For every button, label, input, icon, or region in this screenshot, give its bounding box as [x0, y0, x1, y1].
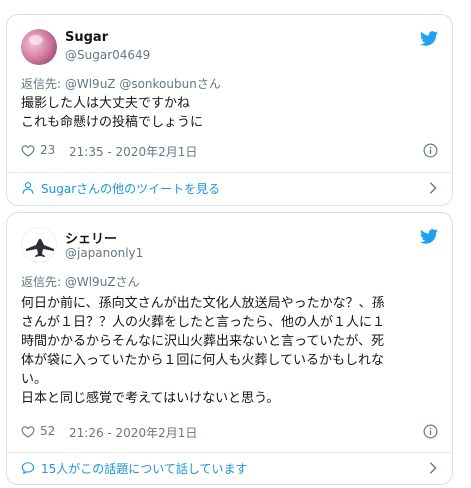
timestamp[interactable]: 21:26 - 2020年2月1日	[69, 424, 197, 441]
chevron-right-icon	[429, 182, 437, 194]
chevron-right-icon	[429, 462, 437, 474]
timestamp[interactable]: 21:35 - 2020年2月1日	[69, 143, 197, 160]
heart-icon[interactable]	[21, 144, 35, 157]
speech-bubble-icon	[21, 462, 35, 475]
reply-prefix: 返信先:	[21, 275, 65, 289]
tweet-card[interactable]: シェリー @japanonly1 返信先: @Wl9uZさん 何日か前に、孫向文…	[6, 212, 453, 485]
jet-silhouette-icon	[26, 239, 54, 257]
reply-context: 返信先: @Wl9uZ @sonkoubunさん	[21, 75, 221, 92]
more-tweets-link[interactable]: Sugarさんの他のツイートを見る	[21, 179, 438, 199]
divider	[7, 452, 452, 453]
author-handle[interactable]: @Sugar04649	[65, 48, 150, 62]
tweet-meta: 52 21:26 - 2020年2月1日	[21, 423, 438, 441]
avatar[interactable]	[21, 227, 57, 263]
tweet-meta: 23 21:35 - 2020年2月1日	[21, 142, 438, 160]
like-count[interactable]: 23	[40, 143, 55, 157]
twitter-bird-icon[interactable]	[420, 31, 438, 46]
twitter-bird-icon[interactable]	[420, 229, 438, 244]
author-name[interactable]: シェリー	[65, 228, 117, 247]
tweet-text: 何日か前に、孫向文さんが出た文化人放送局やったかな？、孫 さんが１日？？人の火葬…	[21, 296, 386, 406]
reply-mentions[interactable]: @Wl9uZさん	[65, 275, 140, 289]
tweet-card[interactable]: Sugar @Sugar04649 返信先: @Wl9uZ @sonkoubun…	[6, 14, 453, 206]
tweet-header: Sugar @Sugar04649	[21, 29, 438, 69]
reply-context: 返信先: @Wl9uZさん	[21, 273, 140, 290]
tweet-header: シェリー @japanonly1	[21, 227, 438, 267]
author-handle[interactable]: @japanonly1	[65, 246, 143, 260]
reply-mentions[interactable]: @Wl9uZ @sonkoubunさん	[65, 77, 221, 91]
person-icon	[22, 182, 34, 194]
info-icon[interactable]	[423, 143, 438, 158]
more-tweets-label[interactable]: Sugarさんの他のツイートを見る	[41, 180, 220, 197]
like-count[interactable]: 52	[40, 424, 55, 438]
divider	[7, 172, 452, 173]
conversation-link[interactable]: 15人がこの話題について話しています	[21, 459, 438, 479]
author-name[interactable]: Sugar	[65, 30, 108, 45]
tweet-text: 撮影した人は大丈夫ですかね これも命懸けの投稿でしょうに	[21, 96, 204, 130]
info-icon[interactable]	[423, 424, 438, 439]
conversation-label[interactable]: 15人がこの話題について話しています	[41, 460, 248, 477]
reply-prefix: 返信先:	[21, 77, 65, 91]
avatar[interactable]	[21, 29, 57, 65]
heart-icon[interactable]	[21, 425, 35, 438]
